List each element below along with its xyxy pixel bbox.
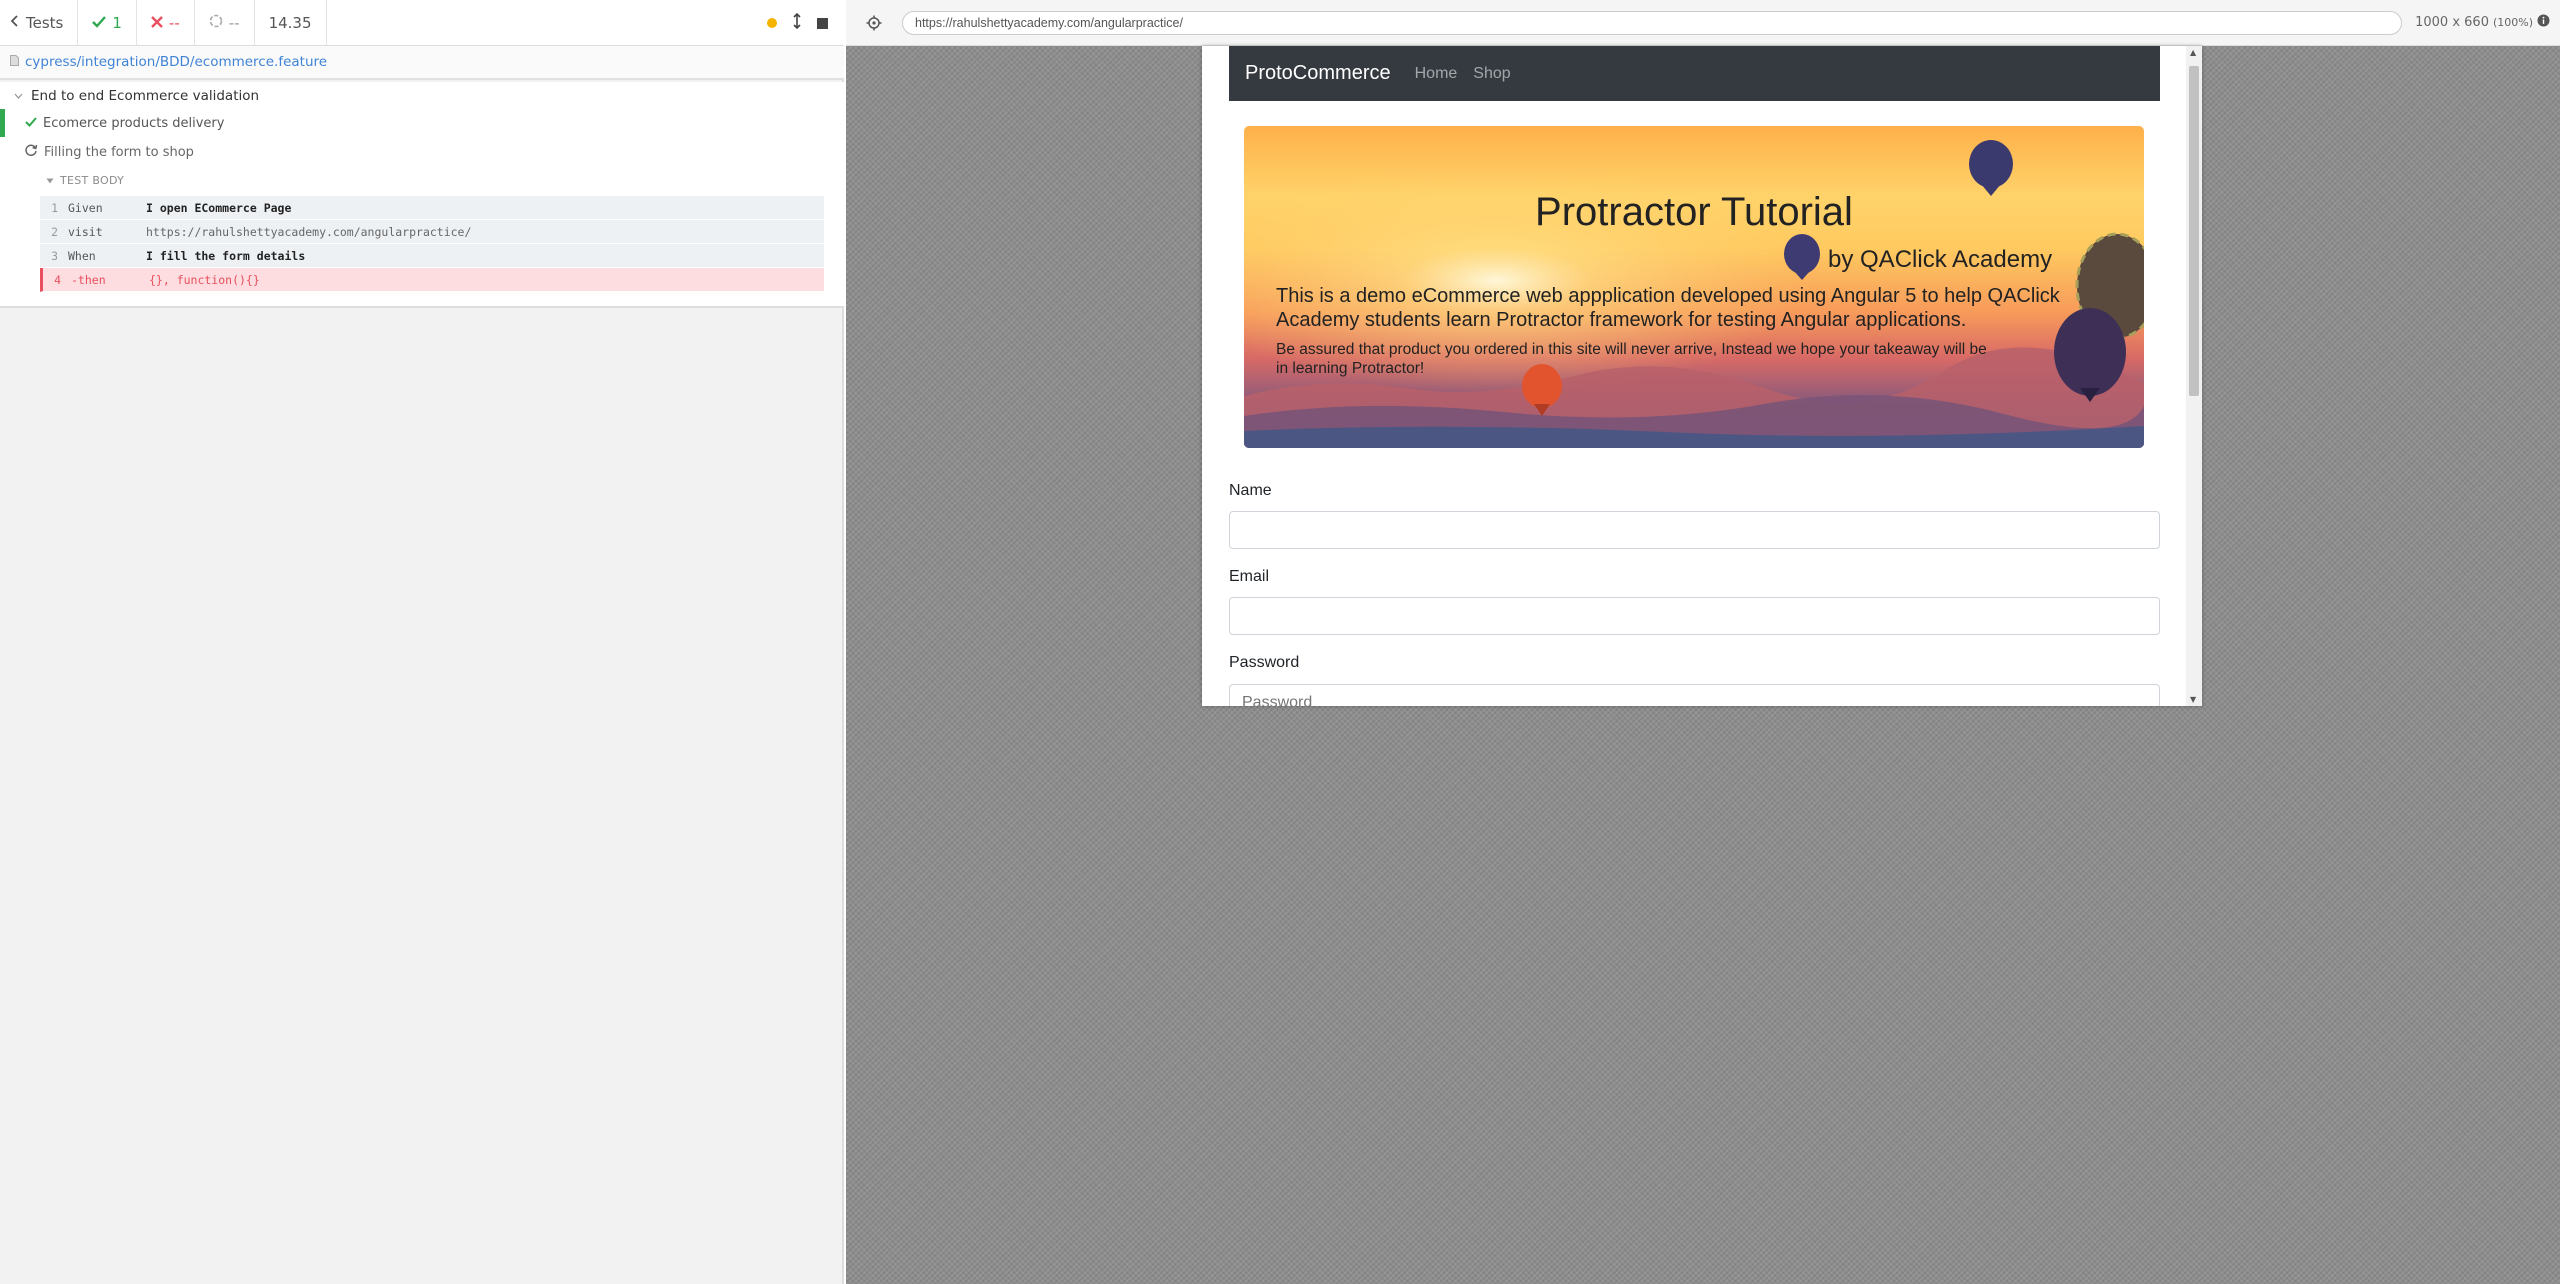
jumbotron-lead: This is a demo eCommerce web appplicatio… — [1276, 285, 2060, 331]
spec-path-bar: cypress/integration/BDD/ecommerce.featur… — [0, 46, 844, 80]
scroll-up-arrow-icon[interactable]: ▲ — [2190, 48, 2196, 57]
email-input[interactable] — [1229, 597, 2160, 635]
stats-bar: Tests 1 -- -- 14.35 — [0, 0, 844, 46]
failed-stat: -- — [137, 0, 195, 46]
password-label: Password — [1229, 654, 1300, 671]
reporter-panel: Tests 1 -- -- 14.35 cypress/integration/… — [0, 0, 844, 1284]
command-number: 3 — [51, 248, 58, 263]
command-message: I fill the form details — [146, 248, 306, 263]
scroll-down-arrow-icon[interactable]: ▼ — [2190, 695, 2196, 704]
duration-value: 14.35 — [268, 13, 312, 32]
nav-link-shop[interactable]: Shop — [1473, 65, 1510, 83]
refresh-icon — [24, 143, 38, 161]
jumbotron-subtitle: by QAClick Academy — [1828, 246, 2053, 273]
chevron-left-icon — [10, 14, 20, 32]
command-row-failed[interactable]: 4 -then {}, function(){} — [40, 268, 824, 292]
name-label: Name — [1229, 482, 1272, 499]
viewport-info: 1000 x 660 (100%) — [2415, 14, 2550, 31]
selector-playground-icon[interactable] — [866, 15, 882, 35]
test-body-label: TEST BODY — [60, 174, 125, 187]
jumbotron: Protractor Tutorial by QAClick Academy T… — [1244, 126, 2144, 448]
running-indicator-icon — [767, 18, 777, 28]
failed-count: -- — [168, 13, 180, 32]
stop-icon[interactable] — [817, 17, 828, 29]
command-log: 1 Given I open ECommerce Page 2 visit ht… — [40, 196, 824, 292]
command-row[interactable]: 2 visit https://rahulshettyacademy.com/a… — [40, 220, 824, 244]
caret-down-icon — [46, 174, 54, 187]
aut-iframe: ProtoCommerce Home Shop Protractor Tutor… — [1202, 46, 2202, 706]
site-navbar: ProtoCommerce Home Shop — [1229, 46, 2160, 101]
command-name: visit — [68, 224, 103, 239]
command-number: 1 — [51, 200, 58, 215]
command-name: Given — [68, 200, 103, 215]
duration-stat: 14.35 — [255, 0, 327, 46]
jumbotron-note: Be assured that product you ordered in t… — [1276, 341, 1987, 377]
command-message: I open ECommerce Page — [146, 200, 292, 215]
suite-row[interactable]: End to end Ecommerce validation — [0, 83, 259, 109]
pending-circle-icon — [209, 14, 223, 32]
file-icon — [10, 54, 19, 70]
viewport-zoom: (100%) — [2492, 16, 2533, 29]
passed-stat: 1 — [78, 0, 137, 46]
jumbotron-title: Protractor Tutorial — [1535, 190, 1853, 234]
email-label: Email — [1229, 568, 1270, 585]
aut-scrollbar[interactable]: ▲ ▼ — [2186, 46, 2202, 706]
caret-down-icon — [14, 88, 23, 104]
check-icon — [25, 116, 37, 131]
name-input[interactable] — [1229, 511, 2160, 549]
tests-back-button[interactable]: Tests — [0, 0, 79, 46]
command-name: When — [68, 248, 96, 263]
test-row-passed[interactable]: Ecomerce products delivery — [0, 109, 844, 137]
command-message: {}, function(){} — [149, 272, 260, 287]
command-message: https://rahulshettyacademy.com/angularpr… — [146, 224, 472, 239]
command-number: 2 — [51, 224, 58, 239]
suite-title: End to end Ecommerce validation — [31, 88, 260, 104]
scroll-toggle-icon[interactable] — [793, 12, 801, 33]
scrollbar-thumb[interactable] — [2189, 66, 2199, 396]
test-title: Ecomerce products delivery — [43, 115, 225, 131]
command-name: -then — [71, 272, 106, 287]
nav-link-home[interactable]: Home — [1415, 65, 1458, 83]
pending-count: -- — [228, 13, 240, 32]
info-icon[interactable] — [2537, 14, 2550, 31]
pending-stat: -- — [195, 0, 255, 46]
tests-label: Tests — [26, 13, 64, 32]
runnables-list: End to end Ecommerce validation Ecomerce… — [0, 82, 844, 308]
spec-path-link[interactable]: cypress/integration/BDD/ecommerce.featur… — [25, 54, 327, 70]
check-icon — [92, 14, 107, 32]
command-number: 4 — [54, 272, 61, 287]
site-brand[interactable]: ProtoCommerce — [1245, 62, 1391, 85]
x-icon — [151, 14, 163, 32]
stats-controls — [767, 0, 844, 46]
command-row[interactable]: 1 Given I open ECommerce Page — [40, 196, 824, 220]
command-row[interactable]: 3 When I fill the form details — [40, 244, 824, 268]
passed-count: 1 — [112, 13, 122, 32]
test-body-header[interactable]: TEST BODY — [46, 174, 124, 187]
password-input[interactable] — [1229, 684, 2160, 706]
test-row-running[interactable]: Filling the form to shop — [0, 138, 844, 166]
test-title: Filling the form to shop — [44, 144, 194, 160]
aut-url-field[interactable]: https://rahulshettyacademy.com/angularpr… — [902, 11, 2402, 35]
viewport-size: 1000 x 660 — [2415, 15, 2489, 30]
